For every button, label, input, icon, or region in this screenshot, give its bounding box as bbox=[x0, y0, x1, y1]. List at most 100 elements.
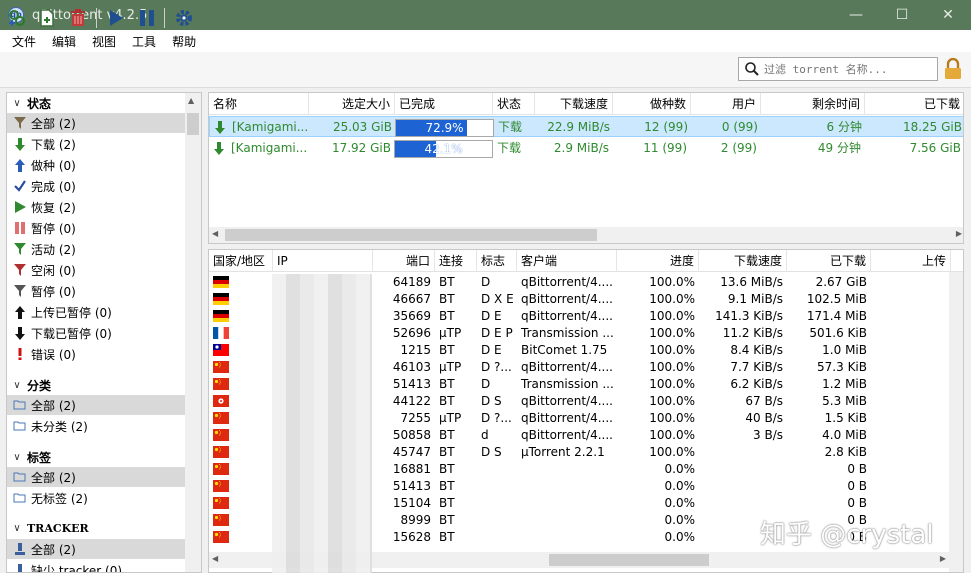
torrent-cell-seeds: 12 (99) bbox=[644, 120, 688, 134]
add-torrent-link-button[interactable] bbox=[6, 7, 28, 29]
torrent-column-header[interactable]: 状态 bbox=[493, 93, 535, 115]
torrent-column-header[interactable]: 用户 bbox=[691, 93, 761, 115]
peer-column-header[interactable]: 进度 bbox=[617, 250, 699, 272]
peer-column-header[interactable]: 国家/地区 bbox=[209, 250, 273, 272]
pause-button[interactable] bbox=[136, 7, 158, 29]
peer-cell-flags: D E bbox=[481, 343, 502, 357]
peer-cell-downloaded: 2.67 GiB bbox=[815, 275, 867, 289]
status-filter-item[interactable]: 上传已暂停 (0) bbox=[7, 302, 187, 322]
status-filter-item[interactable]: 暂停 (0) bbox=[7, 281, 187, 301]
peer-column-header[interactable]: 连接 bbox=[435, 250, 477, 272]
sidebar-scroll-thumb[interactable] bbox=[187, 113, 199, 135]
torrent-row[interactable]: [Kamigami... 25.03 GiB 下载 22.9 MiB/s 12 (99)… bbox=[209, 116, 963, 137]
status-filter-item[interactable]: 全部 (2) bbox=[7, 113, 187, 133]
peer-cell-flags bbox=[477, 529, 517, 546]
category-section-header[interactable]: ∨ 分类 bbox=[7, 375, 185, 395]
flag-cn-icon bbox=[213, 446, 229, 458]
pause-icon bbox=[13, 221, 27, 235]
collapse-caret-icon: ∨ bbox=[13, 522, 21, 534]
torrent-row[interactable]: [Kamigami... 17.92 GiB 下载 2.9 MiB/s 11 (99) 2… bbox=[209, 138, 963, 159]
torrent-column-header[interactable]: 已完成 bbox=[395, 93, 493, 115]
torrent-column-header[interactable]: 已下载 bbox=[865, 93, 963, 115]
category-uncategorized[interactable]: 未分类 (2) bbox=[7, 416, 187, 436]
menu-edit[interactable]: 编辑 bbox=[44, 33, 84, 50]
status-filter-item[interactable]: 暂停 (0) bbox=[7, 218, 187, 238]
menu-file[interactable]: 文件 bbox=[4, 33, 44, 50]
options-button[interactable] bbox=[173, 7, 195, 29]
peer-column-header[interactable]: IP bbox=[273, 250, 373, 272]
status-filter-item[interactable]: 错误 (0) bbox=[7, 344, 187, 364]
peer-cell-progress: 0.0% bbox=[664, 479, 696, 493]
tag-all[interactable]: 全部 (2) bbox=[7, 467, 187, 487]
status-filter-item[interactable]: 完成 (0) bbox=[7, 176, 187, 196]
peer-column-header[interactable]: 标志 bbox=[477, 250, 517, 272]
peer-cell-progress: 0.0% bbox=[664, 462, 696, 476]
torrent-hscroll-thumb[interactable] bbox=[225, 229, 597, 241]
peer-cell-conn: μTP bbox=[439, 326, 462, 340]
peers-vscrollbar[interactable] bbox=[949, 272, 963, 572]
flag-cn-icon bbox=[213, 463, 229, 475]
filter-icon bbox=[13, 116, 27, 130]
peer-cell-port: 8999 bbox=[400, 513, 431, 527]
peers-list-header: 国家/地区 IP 端口 连接 标志 客户端 进度 下载速度 已下载 上传 bbox=[209, 250, 963, 272]
peer-column-header[interactable]: 客户端 bbox=[517, 250, 617, 272]
add-torrent-file-button[interactable] bbox=[36, 7, 58, 29]
scroll-right-arrow-icon[interactable]: ▶ bbox=[956, 229, 962, 238]
scroll-right-arrow-icon[interactable]: ▶ bbox=[940, 554, 946, 563]
search-input[interactable] bbox=[764, 62, 934, 76]
peer-column-header[interactable]: 上传 bbox=[871, 250, 951, 272]
peer-cell-flags: D E bbox=[481, 309, 502, 323]
status-filter-item[interactable]: 下载已暂停 (0) bbox=[7, 323, 187, 343]
peer-column-header[interactable]: 下载速度 bbox=[699, 250, 787, 272]
scroll-up-arrow-icon[interactable]: ▲ bbox=[188, 96, 194, 105]
progress-label: 72.9% bbox=[425, 121, 464, 135]
category-all[interactable]: 全部 (2) bbox=[7, 395, 187, 415]
tracker-all[interactable]: 全部 (2) bbox=[7, 539, 187, 559]
peer-cell-downloaded: 4.0 MiB bbox=[822, 428, 867, 442]
peer-cell-downloaded: 1.2 MiB bbox=[822, 377, 867, 391]
maximize-button[interactable]: ☐ bbox=[879, 0, 925, 30]
torrent-cell-size: 25.03 GiB bbox=[332, 120, 392, 134]
sidebar-scrollbar[interactable]: ▲ bbox=[185, 93, 201, 572]
tracker-missing[interactable]: 缺少 tracker (0) bbox=[7, 560, 187, 572]
peer-column-header[interactable]: 端口 bbox=[373, 250, 435, 272]
menu-help[interactable]: 帮助 bbox=[164, 33, 204, 50]
peer-cell-dl bbox=[699, 478, 787, 495]
peer-cell-client: qBittorrent/4.... bbox=[521, 292, 613, 306]
peer-cell-dl: 3 B/s bbox=[753, 428, 783, 442]
torrent-column-header[interactable]: 名称 bbox=[209, 93, 309, 115]
peer-cell-flags: D S bbox=[481, 394, 502, 408]
status-filter-item[interactable]: 活动 (2) bbox=[7, 239, 187, 259]
torrent-column-header[interactable]: 选定大小 bbox=[309, 93, 395, 115]
torrent-cell-name: [Kamigami... bbox=[232, 120, 309, 134]
menu-tools[interactable]: 工具 bbox=[124, 33, 164, 50]
scroll-left-arrow-icon[interactable]: ◀ bbox=[212, 554, 218, 563]
torrent-column-header[interactable]: 剩余时间 bbox=[761, 93, 865, 115]
peers-hscroll-thumb[interactable] bbox=[549, 554, 709, 566]
tracker-section-header[interactable]: ∨ TRACKER bbox=[7, 518, 185, 538]
resume-button[interactable] bbox=[105, 7, 127, 29]
tag-untagged[interactable]: 无标签 (2) bbox=[7, 488, 187, 508]
lock-icon[interactable] bbox=[944, 58, 962, 80]
scroll-left-arrow-icon[interactable]: ◀ bbox=[212, 229, 218, 238]
tags-section-header[interactable]: ∨ 标签 bbox=[7, 447, 185, 467]
downloading-arrow-icon bbox=[214, 121, 226, 137]
status-filter-item[interactable]: 恢复 (2) bbox=[7, 197, 187, 217]
status-section-header[interactable]: ∨ 状态 bbox=[7, 93, 185, 113]
delete-torrent-button[interactable] bbox=[67, 7, 89, 29]
torrent-column-header[interactable]: 下载速度 bbox=[535, 93, 613, 115]
peer-cell-flags: D S bbox=[481, 445, 502, 459]
menu-view[interactable]: 视图 bbox=[84, 33, 124, 50]
status-filter-item[interactable]: 下载 (2) bbox=[7, 134, 187, 154]
status-filter-item[interactable]: 做种 (0) bbox=[7, 155, 187, 175]
torrent-cell-size: 17.92 GiB bbox=[331, 141, 391, 155]
minimize-button[interactable]: — bbox=[833, 0, 879, 30]
torrent-column-header[interactable]: 做种数 bbox=[613, 93, 691, 115]
flag-de-icon bbox=[213, 293, 229, 305]
gear-icon bbox=[176, 10, 192, 26]
torrent-list-hscrollbar[interactable]: ◀ ▶ bbox=[209, 227, 963, 243]
peer-column-header[interactable]: 已下载 bbox=[787, 250, 871, 272]
status-filter-item[interactable]: 空闲 (0) bbox=[7, 260, 187, 280]
downloading-arrow-icon bbox=[213, 142, 225, 158]
close-button[interactable]: ✕ bbox=[925, 0, 971, 30]
